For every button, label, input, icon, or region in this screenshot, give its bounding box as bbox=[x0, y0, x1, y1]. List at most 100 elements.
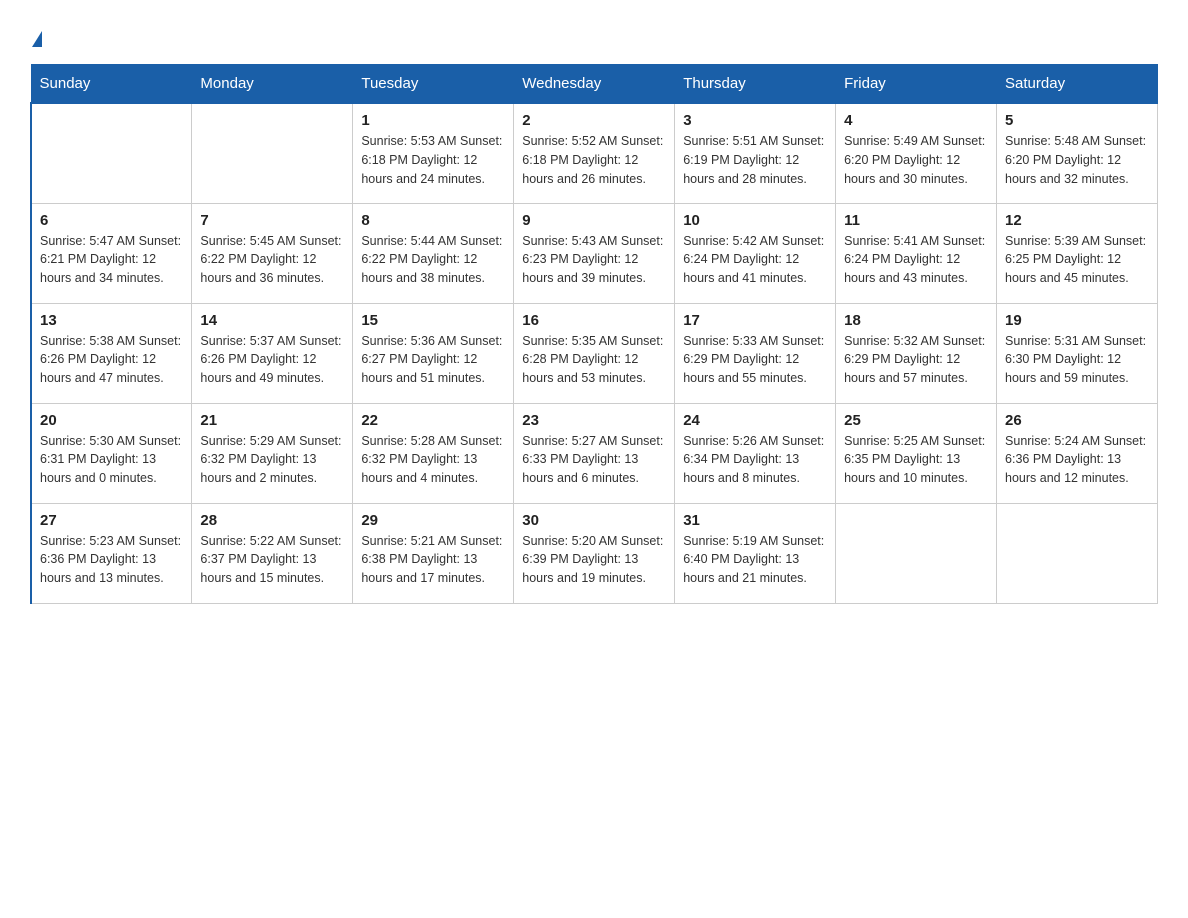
day-number: 19 bbox=[1005, 312, 1149, 329]
calendar-cell: 12 Sunrise: 5:39 AM Sunset: 6:25 PM Dayli… bbox=[997, 203, 1158, 303]
day-info: Sunrise: 5:52 AM Sunset: 6:18 PM Dayligh… bbox=[522, 132, 666, 188]
calendar-cell: 27 Sunrise: 5:23 AM Sunset: 6:36 PM Dayli… bbox=[31, 503, 192, 603]
calendar-week-row: 27 Sunrise: 5:23 AM Sunset: 6:36 PM Dayli… bbox=[31, 503, 1158, 603]
calendar-week-row: 1 Sunrise: 5:53 AM Sunset: 6:18 PM Daylig… bbox=[31, 103, 1158, 203]
day-info: Sunrise: 5:38 AM Sunset: 6:26 PM Dayligh… bbox=[40, 332, 183, 388]
day-number: 17 bbox=[683, 312, 827, 329]
day-info: Sunrise: 5:36 AM Sunset: 6:27 PM Dayligh… bbox=[361, 332, 505, 388]
logo-triangle-icon bbox=[32, 31, 42, 47]
calendar-cell: 19 Sunrise: 5:31 AM Sunset: 6:30 PM Dayli… bbox=[997, 303, 1158, 403]
day-number: 27 bbox=[40, 512, 183, 529]
calendar-cell: 11 Sunrise: 5:41 AM Sunset: 6:24 PM Dayli… bbox=[836, 203, 997, 303]
day-number: 14 bbox=[200, 312, 344, 329]
day-number: 23 bbox=[522, 412, 666, 429]
calendar-cell: 26Sunrise: 5:24 AM Sunset: 6:36 PM Dayli… bbox=[997, 403, 1158, 503]
calendar-cell: 18Sunrise: 5:32 AM Sunset: 6:29 PM Dayli… bbox=[836, 303, 997, 403]
calendar-week-row: 6 Sunrise: 5:47 AM Sunset: 6:21 PM Daylig… bbox=[31, 203, 1158, 303]
calendar-cell: 13Sunrise: 5:38 AM Sunset: 6:26 PM Dayli… bbox=[31, 303, 192, 403]
calendar-cell: 17 Sunrise: 5:33 AM Sunset: 6:29 PM Dayli… bbox=[675, 303, 836, 403]
day-number: 21 bbox=[200, 412, 344, 429]
header-saturday: Saturday bbox=[997, 65, 1158, 104]
day-info: Sunrise: 5:21 AM Sunset: 6:38 PM Dayligh… bbox=[361, 532, 505, 588]
day-number: 26 bbox=[1005, 412, 1149, 429]
calendar-cell: 2 Sunrise: 5:52 AM Sunset: 6:18 PM Daylig… bbox=[514, 103, 675, 203]
day-info: Sunrise: 5:35 AM Sunset: 6:28 PM Dayligh… bbox=[522, 332, 666, 388]
day-number: 5 bbox=[1005, 112, 1149, 129]
calendar-cell bbox=[997, 503, 1158, 603]
day-number: 9 bbox=[522, 212, 666, 229]
day-number: 28 bbox=[200, 512, 344, 529]
calendar-cell: 8Sunrise: 5:44 AM Sunset: 6:22 PM Daylig… bbox=[353, 203, 514, 303]
day-info: Sunrise: 5:20 AM Sunset: 6:39 PM Dayligh… bbox=[522, 532, 666, 588]
day-info: Sunrise: 5:31 AM Sunset: 6:30 PM Dayligh… bbox=[1005, 332, 1149, 388]
calendar-cell: 22Sunrise: 5:28 AM Sunset: 6:32 PM Dayli… bbox=[353, 403, 514, 503]
calendar-cell bbox=[836, 503, 997, 603]
calendar-cell: 31 Sunrise: 5:19 AM Sunset: 6:40 PM Dayli… bbox=[675, 503, 836, 603]
day-number: 31 bbox=[683, 512, 827, 529]
day-number: 4 bbox=[844, 112, 988, 129]
calendar-header-row: SundayMondayTuesdayWednesdayThursdayFrid… bbox=[31, 65, 1158, 104]
calendar-cell: 7 Sunrise: 5:45 AM Sunset: 6:22 PM Daylig… bbox=[192, 203, 353, 303]
calendar-cell: 5Sunrise: 5:48 AM Sunset: 6:20 PM Daylig… bbox=[997, 103, 1158, 203]
calendar-cell: 1 Sunrise: 5:53 AM Sunset: 6:18 PM Daylig… bbox=[353, 103, 514, 203]
calendar-cell: 10 Sunrise: 5:42 AM Sunset: 6:24 PM Dayli… bbox=[675, 203, 836, 303]
day-number: 20 bbox=[40, 412, 183, 429]
calendar-cell: 15 Sunrise: 5:36 AM Sunset: 6:27 PM Dayli… bbox=[353, 303, 514, 403]
day-info: Sunrise: 5:49 AM Sunset: 6:20 PM Dayligh… bbox=[844, 132, 988, 188]
day-number: 7 bbox=[200, 212, 344, 229]
day-number: 3 bbox=[683, 112, 827, 129]
logo-text bbox=[30, 28, 42, 52]
calendar-cell: 30 Sunrise: 5:20 AM Sunset: 6:39 PM Dayli… bbox=[514, 503, 675, 603]
calendar-cell: 21 Sunrise: 5:29 AM Sunset: 6:32 PM Dayli… bbox=[192, 403, 353, 503]
day-info: Sunrise: 5:30 AM Sunset: 6:31 PM Dayligh… bbox=[40, 432, 183, 488]
day-info: Sunrise: 5:43 AM Sunset: 6:23 PM Dayligh… bbox=[522, 232, 666, 288]
day-info: Sunrise: 5:39 AM Sunset: 6:25 PM Dayligh… bbox=[1005, 232, 1149, 288]
header-tuesday: Tuesday bbox=[353, 65, 514, 104]
calendar-cell: 24 Sunrise: 5:26 AM Sunset: 6:34 PM Dayli… bbox=[675, 403, 836, 503]
day-number: 6 bbox=[40, 212, 183, 229]
day-info: Sunrise: 5:37 AM Sunset: 6:26 PM Dayligh… bbox=[200, 332, 344, 388]
day-info: Sunrise: 5:45 AM Sunset: 6:22 PM Dayligh… bbox=[200, 232, 344, 288]
day-number: 11 bbox=[844, 212, 988, 229]
day-info: Sunrise: 5:27 AM Sunset: 6:33 PM Dayligh… bbox=[522, 432, 666, 488]
page-header bbox=[30, 20, 1158, 52]
day-info: Sunrise: 5:53 AM Sunset: 6:18 PM Dayligh… bbox=[361, 132, 505, 188]
calendar-week-row: 20 Sunrise: 5:30 AM Sunset: 6:31 PM Dayli… bbox=[31, 403, 1158, 503]
day-info: Sunrise: 5:42 AM Sunset: 6:24 PM Dayligh… bbox=[683, 232, 827, 288]
day-info: Sunrise: 5:47 AM Sunset: 6:21 PM Dayligh… bbox=[40, 232, 183, 288]
day-number: 10 bbox=[683, 212, 827, 229]
day-number: 2 bbox=[522, 112, 666, 129]
day-number: 1 bbox=[361, 112, 505, 129]
calendar-cell: 6 Sunrise: 5:47 AM Sunset: 6:21 PM Daylig… bbox=[31, 203, 192, 303]
day-number: 25 bbox=[844, 412, 988, 429]
calendar-cell: 23 Sunrise: 5:27 AM Sunset: 6:33 PM Dayli… bbox=[514, 403, 675, 503]
calendar-cell: 3 Sunrise: 5:51 AM Sunset: 6:19 PM Daylig… bbox=[675, 103, 836, 203]
calendar-cell: 28 Sunrise: 5:22 AM Sunset: 6:37 PM Dayli… bbox=[192, 503, 353, 603]
day-number: 16 bbox=[522, 312, 666, 329]
day-number: 24 bbox=[683, 412, 827, 429]
header-thursday: Thursday bbox=[675, 65, 836, 104]
calendar-cell: 4 Sunrise: 5:49 AM Sunset: 6:20 PM Daylig… bbox=[836, 103, 997, 203]
day-number: 8 bbox=[361, 212, 505, 229]
day-info: Sunrise: 5:23 AM Sunset: 6:36 PM Dayligh… bbox=[40, 532, 183, 588]
day-info: Sunrise: 5:51 AM Sunset: 6:19 PM Dayligh… bbox=[683, 132, 827, 188]
day-info: Sunrise: 5:22 AM Sunset: 6:37 PM Dayligh… bbox=[200, 532, 344, 588]
day-info: Sunrise: 5:41 AM Sunset: 6:24 PM Dayligh… bbox=[844, 232, 988, 288]
calendar-cell: 29 Sunrise: 5:21 AM Sunset: 6:38 PM Dayli… bbox=[353, 503, 514, 603]
day-number: 22 bbox=[361, 412, 505, 429]
day-number: 29 bbox=[361, 512, 505, 529]
day-info: Sunrise: 5:19 AM Sunset: 6:40 PM Dayligh… bbox=[683, 532, 827, 588]
day-info: Sunrise: 5:33 AM Sunset: 6:29 PM Dayligh… bbox=[683, 332, 827, 388]
header-wednesday: Wednesday bbox=[514, 65, 675, 104]
day-number: 18 bbox=[844, 312, 988, 329]
calendar-cell: 20 Sunrise: 5:30 AM Sunset: 6:31 PM Dayli… bbox=[31, 403, 192, 503]
calendar-cell bbox=[31, 103, 192, 203]
day-info: Sunrise: 5:25 AM Sunset: 6:35 PM Dayligh… bbox=[844, 432, 988, 488]
day-number: 30 bbox=[522, 512, 666, 529]
header-monday: Monday bbox=[192, 65, 353, 104]
day-info: Sunrise: 5:26 AM Sunset: 6:34 PM Dayligh… bbox=[683, 432, 827, 488]
day-info: Sunrise: 5:29 AM Sunset: 6:32 PM Dayligh… bbox=[200, 432, 344, 488]
calendar-cell bbox=[192, 103, 353, 203]
day-number: 15 bbox=[361, 312, 505, 329]
day-number: 12 bbox=[1005, 212, 1149, 229]
